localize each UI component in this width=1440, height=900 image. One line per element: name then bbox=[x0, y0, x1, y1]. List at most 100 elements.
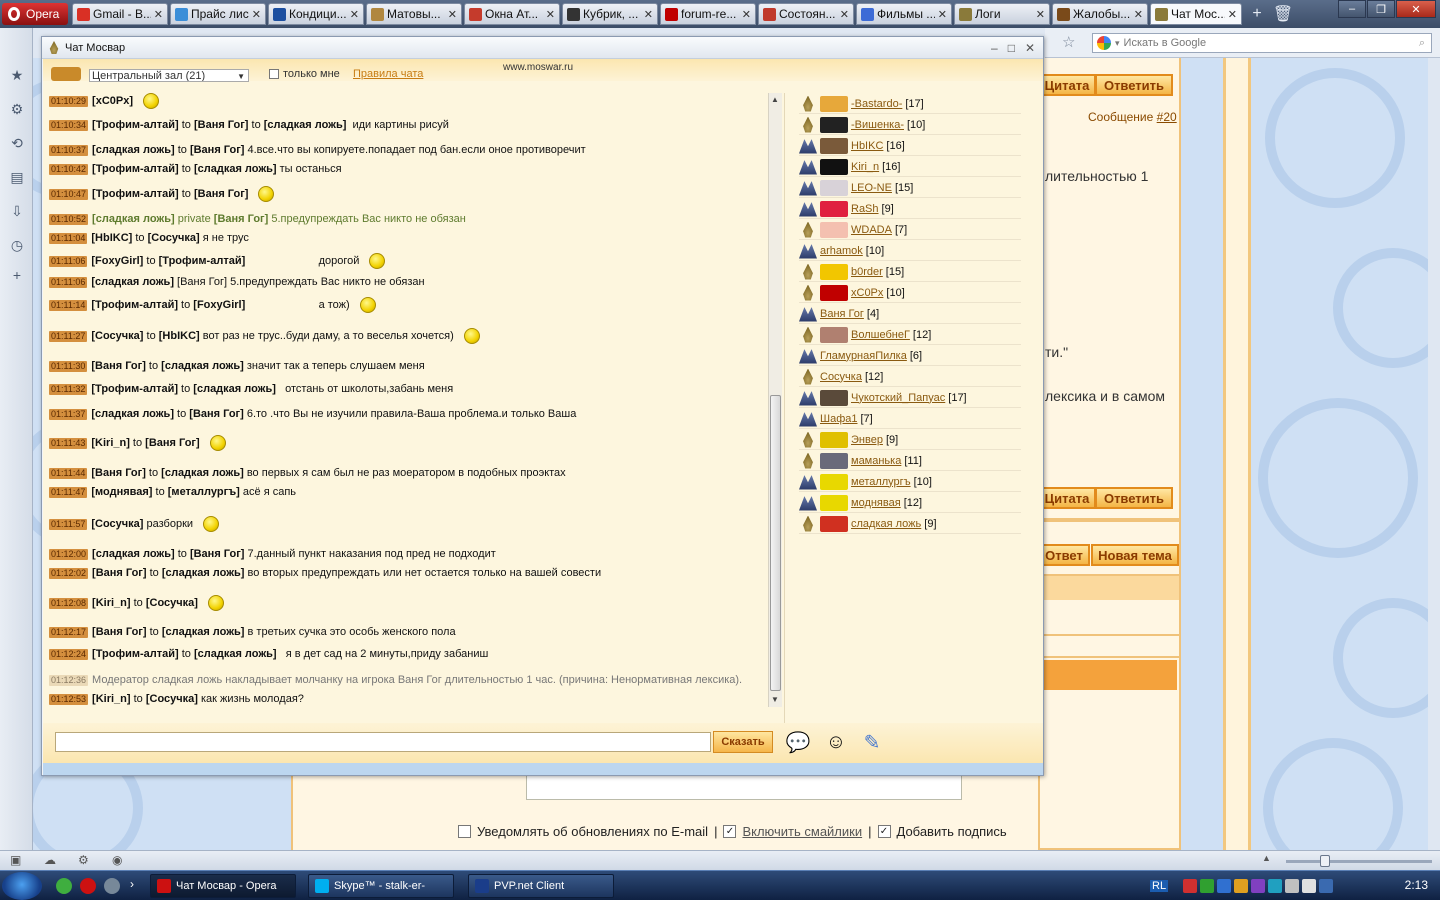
tab-close-icon[interactable]: ✕ bbox=[1228, 8, 1237, 21]
nickname-link[interactable]: [сладкая ложь] bbox=[92, 144, 175, 156]
nickname-link[interactable]: [FoxyGirl] bbox=[193, 299, 245, 311]
user-list-item[interactable]: ВолшебнеГ [12] bbox=[799, 325, 1021, 345]
room-select[interactable]: Центральный зал (21) ▼ bbox=[89, 69, 249, 82]
search-input[interactable]: ▾ Искать в Google ⌕ bbox=[1092, 33, 1432, 53]
history-clock-icon[interactable]: ◷ bbox=[8, 236, 26, 254]
say-button[interactable]: Сказать bbox=[713, 731, 773, 753]
nickname-link[interactable]: [Сосучка] bbox=[146, 693, 198, 705]
browser-tab[interactable]: Состоян... ✕ bbox=[758, 3, 854, 25]
tab-close-icon[interactable]: ✕ bbox=[742, 8, 751, 21]
browser-tab[interactable]: Окна Ат... ✕ bbox=[464, 3, 560, 25]
new-tab-icon[interactable]: + bbox=[1244, 3, 1270, 25]
nickname-link[interactable]: [Ваня Гог] bbox=[190, 144, 245, 156]
user-name-link[interactable]: маманька bbox=[851, 455, 901, 467]
tray-app-icon[interactable] bbox=[1200, 879, 1215, 893]
restore-icon[interactable]: ❐ bbox=[1367, 0, 1395, 18]
user-name-link[interactable]: arhamok bbox=[820, 245, 863, 257]
speed-dial-icon[interactable]: ◉ bbox=[112, 853, 122, 867]
nickname-link[interactable]: [Трофим-алтай] bbox=[92, 119, 179, 131]
user-name-link[interactable]: HbIKC bbox=[851, 140, 883, 152]
user-name-link[interactable]: моднявая bbox=[851, 497, 901, 509]
user-name-link[interactable]: -Bastardo- bbox=[851, 98, 902, 110]
reply-textarea[interactable] bbox=[526, 774, 962, 800]
app-quicklaunch-icon[interactable] bbox=[104, 878, 120, 894]
scroll-up-icon[interactable]: ▲ bbox=[771, 95, 779, 104]
nickname-link[interactable]: [Ваня Гог] bbox=[91, 360, 146, 372]
trash-icon[interactable]: 🗑 bbox=[1270, 3, 1296, 25]
tab-close-icon[interactable]: ✕ bbox=[840, 8, 849, 21]
nickname-link[interactable]: [Ваня Гог] bbox=[145, 437, 200, 449]
tray-app-icon[interactable] bbox=[1251, 879, 1266, 893]
user-list-item[interactable]: Сосучка [12] bbox=[799, 367, 1021, 387]
user-list-item[interactable]: WDADA [7] bbox=[799, 220, 1021, 240]
quote-button-1[interactable]: Цитата bbox=[1038, 74, 1096, 96]
nickname-link[interactable]: [Ваня Гог] bbox=[214, 213, 269, 225]
nickname-link[interactable]: [Ваня Гог] bbox=[92, 626, 147, 638]
nickname-link[interactable]: [Трофим-алтай] bbox=[159, 255, 246, 267]
browser-tab[interactable]: forum-re... ✕ bbox=[660, 3, 756, 25]
tray-app-icon[interactable] bbox=[1268, 879, 1283, 893]
panel-toggle-icon[interactable]: ▣ bbox=[10, 853, 21, 867]
tab-close-icon[interactable]: ✕ bbox=[644, 8, 653, 21]
browser-tab[interactable]: Жалобы... ✕ bbox=[1052, 3, 1148, 25]
tray-app-icon[interactable] bbox=[1217, 879, 1232, 893]
answer-button[interactable]: Ответ bbox=[1038, 544, 1090, 566]
volume-icon[interactable] bbox=[1302, 879, 1317, 893]
user-name-link[interactable]: -Вишенка- bbox=[851, 119, 904, 131]
user-name-link[interactable]: сладкая ложь bbox=[851, 518, 921, 530]
user-name-link[interactable]: ВолшебнеГ bbox=[851, 329, 910, 341]
tray-app-icon[interactable] bbox=[1234, 879, 1249, 893]
browser-tab[interactable]: Gmail - В... ✕ bbox=[72, 3, 168, 25]
speech-bubble-icon[interactable]: 💬 bbox=[785, 730, 811, 754]
notify-checkbox[interactable] bbox=[458, 825, 471, 838]
nickname-link[interactable]: [сладкая ложь] bbox=[91, 408, 174, 420]
tab-close-icon[interactable]: ✕ bbox=[1134, 8, 1143, 21]
close-icon[interactable]: ✕ bbox=[1396, 0, 1436, 18]
unite-icon[interactable]: ⟲ bbox=[8, 134, 26, 152]
taskbar-button[interactable]: PVP.net Client bbox=[468, 874, 614, 898]
user-name-link[interactable]: WDADA bbox=[851, 224, 892, 236]
more-quicklaunch-icon[interactable]: › bbox=[130, 877, 134, 891]
user-list-item[interactable]: arhamok [10] bbox=[799, 241, 1021, 261]
chat-minimize-icon[interactable]: – bbox=[991, 41, 998, 55]
browser-tab[interactable]: Кубрик, ... ✕ bbox=[562, 3, 658, 25]
tab-close-icon[interactable]: ✕ bbox=[350, 8, 359, 21]
nickname-link[interactable]: [Сосучка] bbox=[148, 232, 200, 244]
tab-close-icon[interactable]: ✕ bbox=[252, 8, 261, 21]
user-list-item[interactable]: металлургъ [10] bbox=[799, 472, 1021, 492]
user-name-link[interactable]: ГламурнаяПилка bbox=[820, 350, 907, 362]
eraser-icon[interactable]: ✎ bbox=[859, 730, 885, 754]
tab-close-icon[interactable]: ✕ bbox=[1036, 8, 1045, 21]
user-list-item[interactable]: Энвер [9] bbox=[799, 430, 1021, 450]
nickname-link[interactable]: [Трофим-алтай] bbox=[91, 383, 178, 395]
bluetooth-icon[interactable] bbox=[1319, 879, 1334, 893]
search-icon[interactable]: ⌕ bbox=[1419, 37, 1425, 50]
nickname-link[interactable]: [сладкая ложь] bbox=[162, 567, 245, 579]
language-indicator[interactable]: RL bbox=[1150, 880, 1169, 892]
tab-close-icon[interactable]: ✕ bbox=[154, 8, 163, 21]
user-name-link[interactable]: Ваня Гог bbox=[820, 308, 864, 320]
user-list-item[interactable]: Ваня Гог [4] bbox=[799, 304, 1021, 324]
reply-button-2[interactable]: Ответить bbox=[1095, 487, 1173, 509]
message-scrollbar[interactable]: ▲ ▼ bbox=[768, 93, 782, 707]
nickname-link[interactable]: [Ваня Гог] bbox=[92, 567, 147, 579]
smilies-checkbox[interactable]: ✓ bbox=[723, 825, 737, 838]
user-name-link[interactable]: b0rder bbox=[851, 266, 883, 278]
nickname-link[interactable]: [Ваня Гог] bbox=[194, 119, 249, 131]
user-list-item[interactable]: -Bastardo- [17] bbox=[799, 94, 1021, 114]
nickname-link[interactable]: [сладкая ложь] bbox=[162, 626, 245, 638]
scroll-down-icon[interactable]: ▼ bbox=[771, 695, 779, 704]
tray-app-icon[interactable] bbox=[1183, 879, 1198, 893]
chat-close-icon[interactable]: ✕ bbox=[1025, 41, 1035, 55]
user-name-link[interactable]: LEO-NE bbox=[851, 182, 892, 194]
search-dropdown-icon[interactable]: ▾ bbox=[1115, 38, 1120, 49]
widgets-gear-icon[interactable]: ⚙ bbox=[8, 100, 26, 118]
user-name-link[interactable]: RaSh bbox=[851, 203, 879, 215]
user-name-link[interactable]: Шафа1 bbox=[820, 413, 858, 425]
cloud-icon[interactable]: ☁ bbox=[44, 853, 56, 867]
user-name-link[interactable]: Kiri_n bbox=[851, 161, 879, 173]
smiley-icon[interactable]: ☺ bbox=[823, 730, 849, 754]
tab-close-icon[interactable]: ✕ bbox=[546, 8, 555, 21]
user-name-link[interactable]: хС0Рх bbox=[851, 287, 883, 299]
nickname-link[interactable]: [Сосучка] bbox=[146, 597, 198, 609]
